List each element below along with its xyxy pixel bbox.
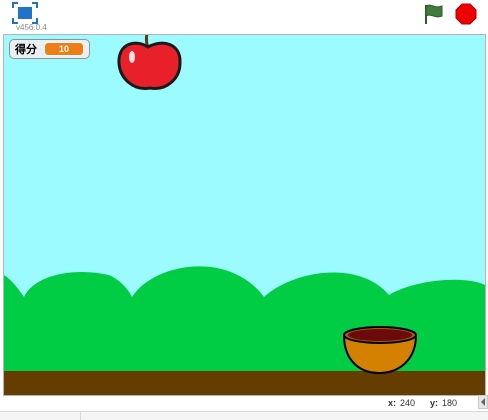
y-value: 180 <box>442 398 458 408</box>
stage-canvas[interactable]: 得分 10 <box>3 34 486 396</box>
stage-backdrop <box>4 35 485 395</box>
x-value: 240 <box>400 398 416 408</box>
x-coordinate: x: 240 <box>388 398 415 408</box>
version-label: v456.0.4 <box>16 23 47 32</box>
score-value: 10 <box>44 42 84 56</box>
scroll-left-arrow[interactable] <box>478 395 488 409</box>
y-coordinate: y: 180 <box>430 398 457 408</box>
score-label: 得分 <box>15 43 37 56</box>
ground <box>4 371 485 395</box>
green-flag-icon <box>425 4 443 24</box>
green-flag-button[interactable] <box>422 3 446 25</box>
fullscreen-icon <box>12 2 38 24</box>
stop-icon <box>455 3 477 25</box>
score-monitor[interactable]: 得分 10 <box>9 39 90 59</box>
stage-header: v456.0.4 <box>0 0 488 34</box>
x-label: x: <box>388 398 397 408</box>
stop-button[interactable] <box>455 3 477 25</box>
y-label: y: <box>430 398 439 408</box>
mouse-coordinates-bar: x: 240 y: 180 <box>0 395 488 411</box>
fullscreen-button[interactable] <box>12 2 38 24</box>
chevron-left-icon <box>481 398 485 406</box>
